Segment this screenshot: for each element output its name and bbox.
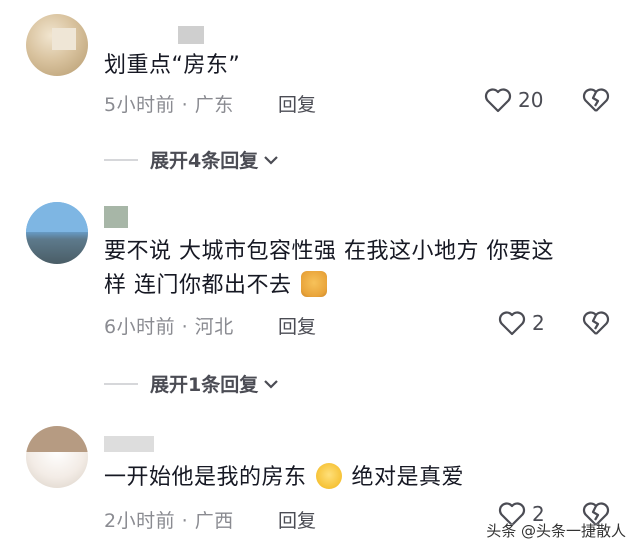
comment-meta: 6小时前 · 河北 <box>104 312 234 339</box>
avatar-mosaic <box>52 28 76 50</box>
comment-text: 划重点“房东” <box>104 53 241 78</box>
reply-button[interactable]: 回复 <box>278 90 316 117</box>
comment-time: 2小时前 <box>104 510 176 532</box>
divider-line <box>104 382 138 385</box>
comment-time: 5小时前 <box>104 94 176 116</box>
comment-text-line-1: 要不说 大城市包容性强 在我这小地方 你要这 <box>104 239 554 264</box>
avatar[interactable] <box>26 14 88 76</box>
broken-heart-icon <box>582 88 610 112</box>
expand-label: 展开4条回复 <box>150 150 259 172</box>
pleading-face-emoji-icon <box>316 463 343 489</box>
comment-text-part-2: 绝对是真爱 <box>351 465 465 490</box>
avatar[interactable] <box>26 202 88 264</box>
like-button[interactable]: 20 <box>484 87 543 113</box>
comment-text-part-1: 一开始他是我的房东 <box>104 465 307 490</box>
expand-replies-button[interactable]: 展开4条回复 <box>104 146 280 173</box>
chevron-down-icon <box>264 155 279 165</box>
meta-separator: · <box>181 316 189 338</box>
avatar-mosaic <box>26 426 88 452</box>
dislike-button[interactable] <box>582 87 610 117</box>
comment-location: 河北 <box>194 316 234 338</box>
like-count: 20 <box>518 88 544 112</box>
divider-line <box>104 158 138 161</box>
broken-heart-icon <box>582 311 610 335</box>
comment-text: 一开始他是我的房东 绝对是真爱 <box>104 462 464 494</box>
heart-icon <box>484 88 512 113</box>
comment-time: 6小时前 <box>104 316 176 338</box>
reply-button[interactable]: 回复 <box>278 312 316 339</box>
comment-location: 广西 <box>194 510 234 532</box>
watermark: 头条 @头条一捷散人 <box>486 522 626 540</box>
username-mosaic[interactable] <box>104 436 154 452</box>
chevron-down-icon <box>264 379 279 389</box>
like-count: 2 <box>532 311 545 335</box>
reply-button[interactable]: 回复 <box>278 506 316 533</box>
username-mosaic[interactable] <box>178 26 204 44</box>
expand-label: 展开1条回复 <box>150 374 259 396</box>
avatar[interactable] <box>26 426 88 488</box>
comment-text-line-2: 样 连门你都出不去 <box>104 270 329 302</box>
dislike-button[interactable] <box>582 310 610 340</box>
avatar-mosaic <box>26 202 88 232</box>
username-mosaic[interactable] <box>104 206 128 228</box>
heart-icon <box>498 311 526 336</box>
comment-text-line-2-text: 样 连门你都出不去 <box>104 273 292 298</box>
comment-meta: 5小时前 · 广东 <box>104 90 234 117</box>
comment-meta: 2小时前 · 广西 <box>104 506 234 533</box>
meta-separator: · <box>181 94 189 116</box>
meta-separator: · <box>181 510 189 532</box>
cat-emoji-icon <box>301 271 327 297</box>
expand-replies-button[interactable]: 展开1条回复 <box>104 370 280 397</box>
like-button[interactable]: 2 <box>498 310 545 336</box>
comment-location: 广东 <box>194 94 234 116</box>
